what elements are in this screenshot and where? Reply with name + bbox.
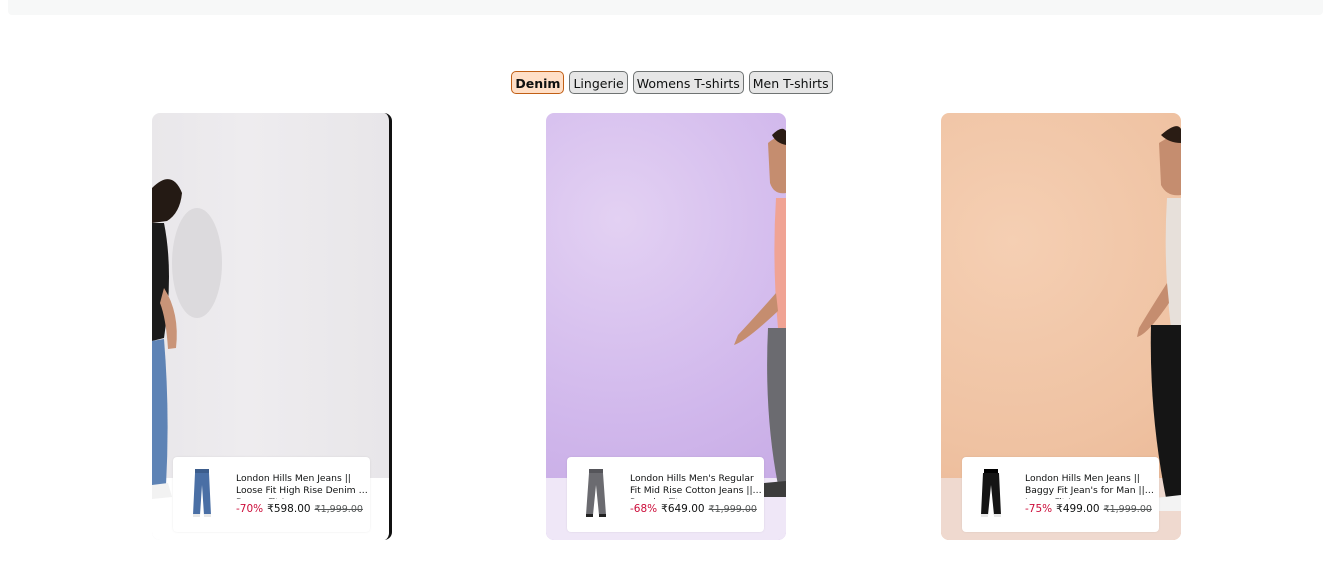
tab-lingerie[interactable]: Lingerie — [569, 71, 628, 94]
list-price: ₹1,999.00 — [708, 504, 757, 515]
tab-denim[interactable]: Denim — [511, 71, 565, 94]
discount-badge: -70% — [236, 503, 264, 515]
discount-badge: -75% — [1025, 503, 1053, 515]
video-card-1[interactable]: London Hills Men Jeans || Loose Fit High… — [152, 113, 392, 540]
video-card-2[interactable]: London Hills Men's Regular Fit Mid Rise … — [546, 113, 786, 540]
product-card[interactable]: London Hills Men Jeans || Loose Fit High… — [173, 457, 370, 532]
tab-womens-tshirts[interactable]: Womens T-shirts — [632, 71, 744, 94]
product-title[interactable]: London Hills Men Jeans || Baggy Fit Jean… — [1025, 473, 1157, 499]
tab-men-tshirts[interactable]: Men T-shirts — [748, 71, 833, 94]
product-card[interactable]: London Hills Men Jeans || Baggy Fit Jean… — [962, 457, 1159, 532]
category-tabs: Denim Lingerie Womens T-shirts Men T-shi… — [0, 71, 1344, 94]
price-row: -75% ₹499.00 ₹1,999.00 — [1025, 503, 1152, 515]
video-card-3[interactable]: London Hills Men Jeans || Baggy Fit Jean… — [941, 113, 1181, 540]
product-title[interactable]: London Hills Men's Regular Fit Mid Rise … — [630, 473, 762, 499]
list-price: ₹1,999.00 — [1103, 504, 1152, 515]
product-card[interactable]: London Hills Men's Regular Fit Mid Rise … — [567, 457, 764, 532]
product-thumbnail — [586, 469, 606, 517]
list-price: ₹1,999.00 — [314, 504, 363, 515]
discount-badge: -68% — [630, 503, 658, 515]
top-bar — [8, 0, 1323, 15]
sale-price: ₹598.00 — [267, 503, 311, 515]
sale-price: ₹499.00 — [1056, 503, 1100, 515]
product-thumbnail — [981, 469, 1001, 517]
sale-price: ₹649.00 — [661, 503, 705, 515]
price-row: -70% ₹598.00 ₹1,999.00 — [236, 503, 363, 515]
product-title[interactable]: London Hills Men Jeans || Loose Fit High… — [236, 473, 368, 499]
product-thumbnail — [193, 469, 211, 517]
price-row: -68% ₹649.00 ₹1,999.00 — [630, 503, 757, 515]
